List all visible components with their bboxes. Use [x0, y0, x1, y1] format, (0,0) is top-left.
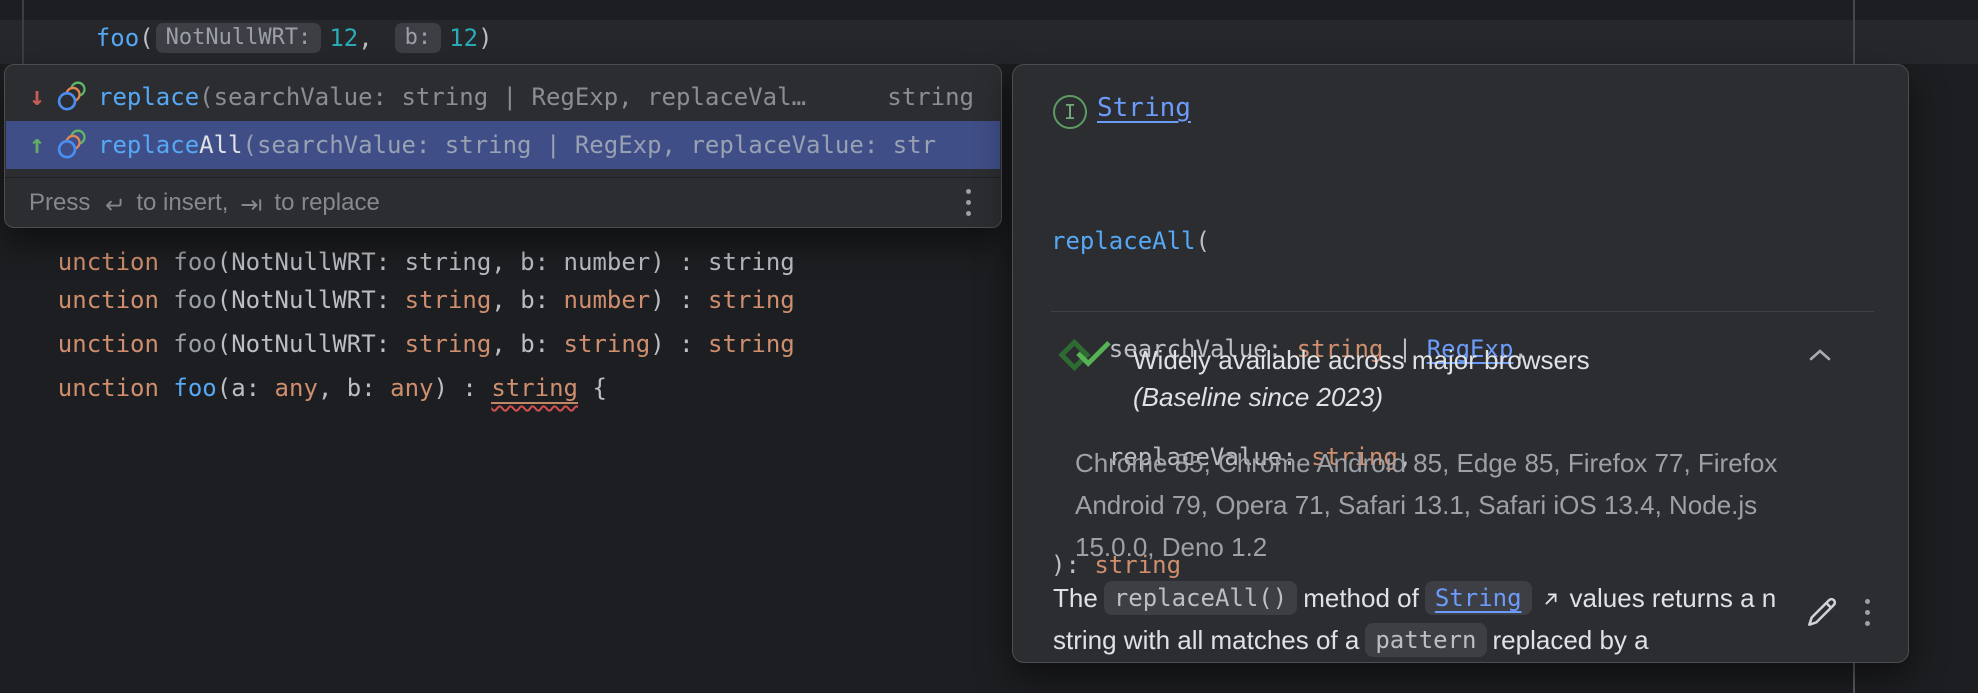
- interface-badge-icon: I: [1053, 95, 1087, 129]
- completion-signature: (searchValue: string | RegExp, replaceVa…: [243, 131, 937, 159]
- doc-description-line-2: string with all matches of a pattern rep…: [1053, 617, 1813, 663]
- code-token: ) :: [434, 374, 492, 402]
- documentation-popup: I String replaceAll( searchValue: string…: [1012, 64, 1909, 663]
- string-doc-link[interactable]: String: [1435, 584, 1522, 612]
- completion-item-replaceall-selected[interactable]: ↑ replaceAll(searchValue: string | RegEx…: [6, 121, 1000, 169]
- description-text: method of: [1303, 583, 1419, 614]
- signature-method-name: replaceAll: [1051, 227, 1196, 255]
- arrow-up-icon: ↑: [22, 130, 52, 160]
- footer-text: to replace: [274, 189, 379, 217]
- code-token: ,: [358, 24, 372, 52]
- edit-documentation-button[interactable]: [1803, 593, 1841, 635]
- type-token: any: [275, 374, 318, 402]
- browser-support-list: Chrome 85, Chrome Android 85, Edge 85, F…: [1075, 442, 1855, 568]
- description-text: The: [1053, 583, 1098, 614]
- browser-support-line: 15.0.0, Deno 1.2: [1075, 526, 1855, 568]
- arrow-down-icon: ↓: [22, 82, 52, 112]
- enter-key-icon: [100, 192, 126, 218]
- completion-name: replace: [98, 83, 199, 111]
- code-token: ) :: [650, 330, 708, 358]
- method-icon: [56, 128, 90, 162]
- code-pill: pattern: [1365, 623, 1486, 657]
- completion-signature: (searchValue: string | RegExp, replaceVa…: [199, 83, 806, 111]
- keyword-token: unction: [58, 374, 159, 402]
- description-text: values returns a n: [1570, 583, 1777, 614]
- completion-more-menu-icon[interactable]: [966, 189, 971, 216]
- completion-name-suffix: All: [199, 131, 242, 159]
- editor-viewport[interactable]: foo(NotNullWRT:12,b:12) ····"".replace()…: [0, 0, 1978, 693]
- completion-name: replace: [98, 131, 199, 159]
- code-line-implementation: unction foo(a: any, b: any) : string {: [0, 334, 607, 370]
- method-icon: [56, 80, 90, 114]
- code-token: 12: [329, 24, 358, 52]
- right-margin-guide-top: [1853, 0, 1855, 64]
- completion-item-replace[interactable]: ↓ replace(searchValue: string | RegExp, …: [6, 73, 1000, 121]
- baseline-title: Widely available across major browsers: [1133, 343, 1590, 377]
- return-type-token: string: [491, 374, 578, 404]
- footer-text: Press: [29, 189, 90, 217]
- signature-line: replaceAll(: [1051, 223, 1528, 259]
- footer-text: to insert,: [136, 189, 228, 217]
- code-token: ): [478, 24, 492, 52]
- code-line-active: ····"".replace(): [2, 26, 283, 62]
- baseline-widely-available-icon: [1057, 337, 1113, 373]
- tab-key-icon: [238, 192, 264, 218]
- inlay-hint-param-b: b:: [395, 23, 442, 53]
- function-name-token: foo: [159, 374, 217, 402]
- completion-footer: Press to insert, to replace: [5, 177, 1001, 227]
- code-token: , b:: [318, 374, 390, 402]
- code-line-overload-2: unction foo(NotNullWRT: string, b: strin…: [0, 290, 795, 326]
- code-pill: replaceAll(): [1104, 581, 1297, 615]
- type-token: string: [708, 330, 795, 358]
- code-token: 12: [449, 24, 478, 52]
- type-token: any: [390, 374, 433, 402]
- browser-support-line: Android 79, Opera 71, Safari 13.1, Safar…: [1075, 484, 1855, 526]
- completion-return-type: string: [887, 83, 974, 111]
- code-token: {: [578, 374, 607, 402]
- signature-token: (: [1196, 227, 1210, 255]
- code-line-call: foo(NotNullWRT:12,b:12): [38, 0, 493, 20]
- pencil-icon: [1803, 593, 1841, 631]
- completion-popup: ↓ replace(searchValue: string | RegExp, …: [4, 64, 1002, 228]
- right-margin-guide-bottom: [1853, 663, 1855, 693]
- external-link-arrow-icon: [1540, 588, 1562, 610]
- chevron-up-icon: [1805, 347, 1835, 363]
- description-text: string with all matches of a: [1053, 625, 1359, 656]
- doc-divider: [1051, 311, 1874, 312]
- doc-type-link[interactable]: String: [1097, 93, 1191, 123]
- baseline-subtitle: (Baseline since 2023): [1133, 380, 1383, 414]
- doc-description-line-1: The replaceAll() method of String values…: [1053, 575, 1813, 621]
- code-token: (a:: [217, 374, 275, 402]
- collapse-section-button[interactable]: [1801, 343, 1839, 371]
- doc-more-menu-icon[interactable]: [1865, 599, 1870, 626]
- description-text: replaced by a: [1493, 625, 1649, 656]
- code-line-overload-1: unction foo(NotNullWRT: string, b: numbe…: [0, 246, 795, 282]
- browser-support-line: Chrome 85, Chrome Android 85, Edge 85, F…: [1075, 442, 1855, 484]
